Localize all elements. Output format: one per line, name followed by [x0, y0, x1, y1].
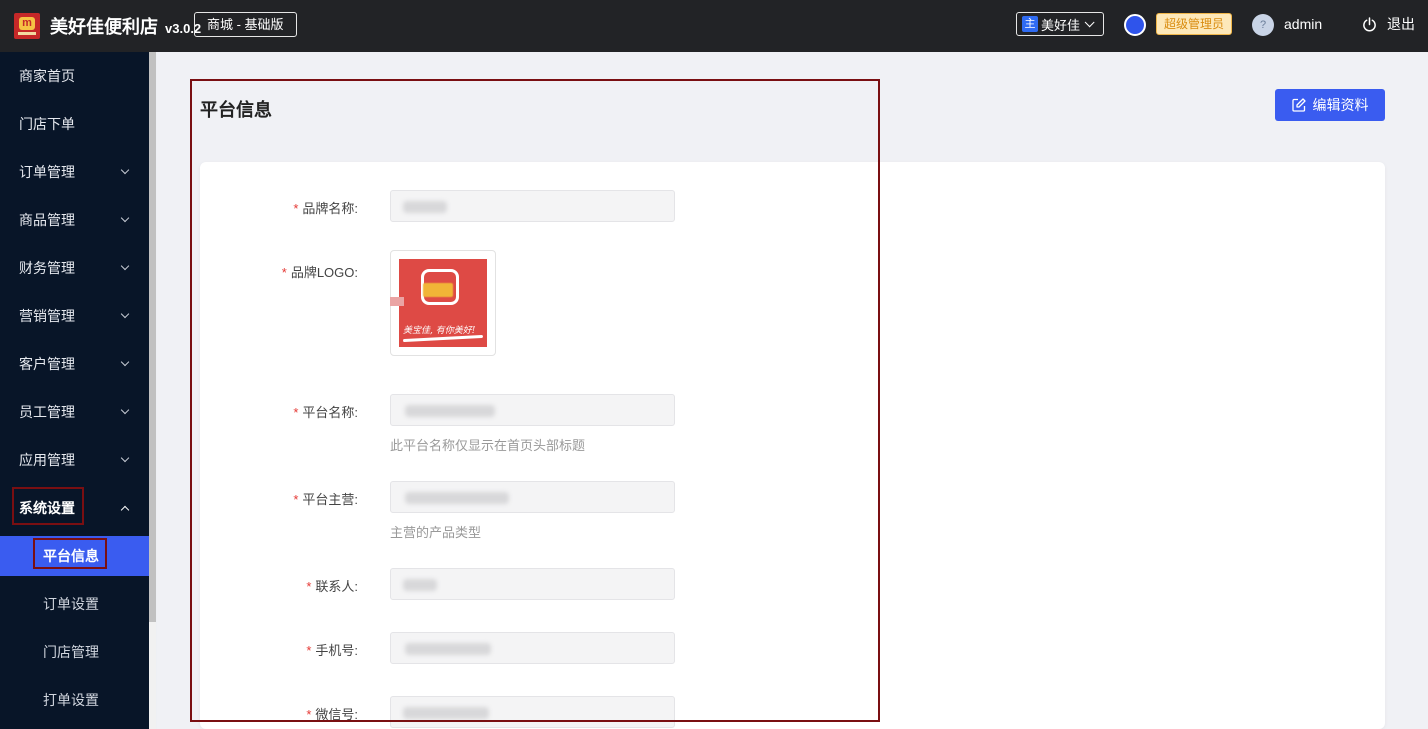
chevron-down-icon	[120, 453, 130, 463]
blurred-value	[403, 579, 437, 591]
label-text: 联系人:	[315, 579, 358, 594]
required-mark: *	[293, 405, 299, 420]
sidebar-subitem-label: 订单设置	[43, 596, 99, 612]
phone-field[interactable]	[390, 632, 675, 664]
sidebar-scrollbar-thumb[interactable]	[149, 52, 156, 622]
main-business-field[interactable]	[390, 481, 675, 513]
sidebar-item-marketing[interactable]: 营销管理	[0, 292, 149, 340]
sidebar-item-label: 商家首页	[19, 68, 75, 84]
sidebar-item-label: 订单管理	[19, 164, 75, 180]
logout-label: 退出	[1387, 16, 1415, 32]
sidebar-item-home[interactable]: 商家首页	[0, 52, 149, 100]
brand-logo-label: * 品牌LOGO:	[0, 262, 358, 281]
avatar-icon: ?	[1259, 19, 1267, 31]
sidebar-item-label: 应用管理	[19, 452, 75, 468]
label-text: 平台名称:	[302, 405, 358, 420]
blurred-value	[405, 492, 509, 504]
power-icon	[1363, 16, 1376, 31]
logo-slogan: 美宝佳, 有你美好!	[403, 326, 476, 336]
role-badge: 超级管理员	[1156, 13, 1233, 35]
sidebar-item-store-order[interactable]: 门店下单	[0, 100, 149, 148]
label-text: 品牌名称:	[302, 201, 358, 216]
chevron-down-icon	[1084, 16, 1095, 27]
chevron-down-icon	[120, 357, 130, 367]
platform-name-field[interactable]	[390, 394, 675, 426]
label-text: 手机号:	[315, 643, 358, 658]
avatar[interactable]: ?	[1252, 14, 1274, 36]
contact-field[interactable]	[390, 568, 675, 600]
label-text: 品牌LOGO:	[290, 265, 358, 280]
brand-logo-image: 美宝佳, 有你美好!	[399, 259, 487, 347]
logo-bag-shape	[423, 283, 453, 297]
sidebar-item-customers[interactable]: 客户管理	[0, 340, 149, 388]
edit-profile-button[interactable]: 编辑资料	[1275, 89, 1385, 121]
top-bar: m 美好佳便利店 v3.0.2 商城 - 基础版 主 美好佳 超级管理员 ? a…	[0, 0, 1428, 52]
logo-overlay-mark	[390, 297, 404, 306]
label-text: 微信号:	[315, 707, 358, 722]
edition-badge[interactable]: 商城 - 基础版	[194, 12, 297, 37]
required-mark: *	[306, 579, 312, 594]
highlight-box	[33, 538, 107, 569]
required-mark: *	[281, 265, 287, 280]
chevron-down-icon	[120, 309, 130, 319]
phone-label: * 手机号:	[0, 640, 358, 659]
sidebar-item-apps[interactable]: 应用管理	[0, 436, 149, 484]
brand-name: 美好佳便利店	[50, 17, 158, 37]
sidebar-item-orders[interactable]: 订单管理	[0, 148, 149, 196]
store-tag: 主	[1022, 16, 1038, 32]
brand-name-field[interactable]	[390, 190, 675, 222]
main-business-label: * 平台主营:	[0, 489, 358, 508]
edit-icon	[1291, 98, 1306, 112]
page-title: 平台信息	[200, 100, 272, 120]
sidebar-item-label: 门店下单	[19, 116, 75, 132]
platform-name-hint: 此平台名称仅显示在首页头部标题	[390, 438, 586, 453]
edit-profile-label: 编辑资料	[1312, 97, 1369, 113]
username[interactable]: admin	[1284, 16, 1322, 32]
theme-color-button[interactable]	[1124, 14, 1146, 36]
blurred-value	[403, 707, 489, 719]
store-name: 美好佳	[1041, 17, 1081, 33]
required-mark: *	[293, 201, 299, 216]
brand-name-label: * 品牌名称:	[0, 198, 358, 217]
brand-logo-icon: m	[14, 13, 40, 39]
wechat-label: * 微信号:	[0, 704, 358, 723]
brand-title: 美好佳便利店 v3.0.2	[50, 13, 201, 39]
blurred-value	[405, 405, 495, 417]
contact-label: * 联系人:	[0, 576, 358, 595]
sidebar-item-label: 客户管理	[19, 356, 75, 372]
blurred-value	[405, 643, 491, 655]
main-business-hint: 主营的产品类型	[390, 525, 482, 540]
info-card	[200, 162, 1385, 729]
required-mark: *	[293, 492, 299, 507]
required-mark: *	[306, 643, 312, 658]
blurred-value	[403, 201, 447, 213]
logout-button[interactable]: 退出	[1362, 14, 1415, 34]
required-mark: *	[306, 707, 312, 722]
label-text: 平台主营:	[302, 492, 358, 507]
store-selector[interactable]: 主 美好佳	[1016, 12, 1104, 36]
sidebar-item-label: 营销管理	[19, 308, 75, 324]
wechat-field[interactable]	[390, 696, 675, 728]
chevron-down-icon	[120, 165, 130, 175]
platform-name-label: * 平台名称:	[0, 402, 358, 421]
